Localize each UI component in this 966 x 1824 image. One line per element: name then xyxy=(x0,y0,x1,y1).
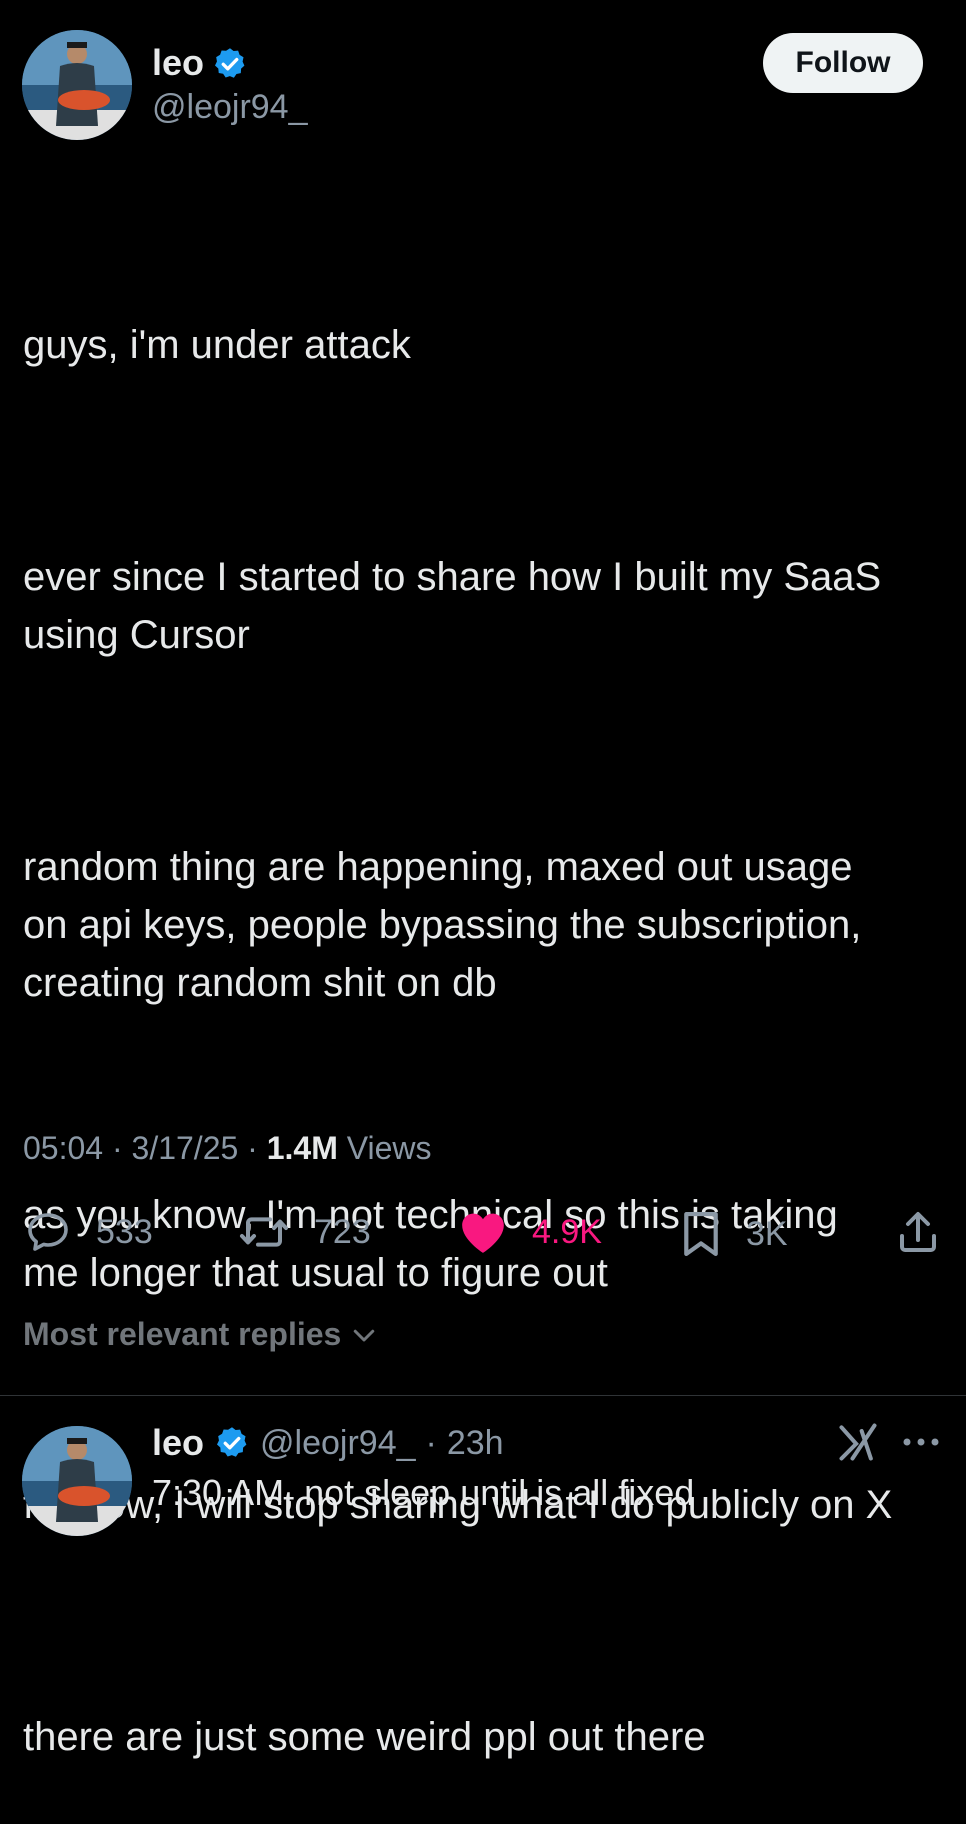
share-icon xyxy=(900,1212,936,1252)
avatar-photo-icon xyxy=(22,1426,132,1536)
repost-button[interactable]: 723 xyxy=(238,1208,371,1256)
bookmark-icon xyxy=(684,1211,718,1257)
reply-count: 533 xyxy=(96,1212,153,1251)
more-options-icon[interactable] xyxy=(900,1430,942,1454)
tweet-paragraph: ever since I started to share how I buil… xyxy=(23,555,882,657)
author-handle[interactable]: @leojr94_ xyxy=(152,88,308,127)
meta-separator: · xyxy=(425,1423,437,1462)
reply-avatar[interactable] xyxy=(22,1426,132,1536)
grok-icon[interactable] xyxy=(836,1420,880,1464)
bookmark-count: 3K xyxy=(746,1214,788,1253)
reply-age[interactable]: 23h xyxy=(447,1424,504,1463)
tweet-paragraph: guys, i'm under attack xyxy=(23,323,411,367)
heart-icon xyxy=(462,1213,504,1253)
avatar-photo-icon xyxy=(22,30,132,140)
like-count: 4.9K xyxy=(532,1212,602,1251)
reply-text: 7:30 AM, not sleep until is all fixed xyxy=(152,1472,695,1513)
divider xyxy=(0,1395,966,1396)
author-name-text[interactable]: leo xyxy=(152,42,204,83)
reply-header: leo @leojr94_ · 23h xyxy=(152,1422,504,1464)
replies-sort-dropdown[interactable]: Most relevant replies xyxy=(23,1316,379,1353)
repost-icon xyxy=(240,1217,288,1247)
reply-author-handle[interactable]: @leojr94_ xyxy=(260,1424,416,1463)
tweet-paragraph: random thing are happening, maxed out us… xyxy=(23,845,862,1005)
tweet-date[interactable]: 3/17/25 xyxy=(132,1130,239,1166)
repost-count: 723 xyxy=(314,1212,371,1251)
reply-author-name[interactable]: leo xyxy=(152,1422,204,1464)
share-button[interactable] xyxy=(894,1208,942,1256)
views-label: Views xyxy=(346,1130,432,1166)
tweet-time[interactable]: 05:04 xyxy=(23,1130,103,1166)
tweet-paragraph: there are just some weird ppl out there xyxy=(23,1715,706,1759)
verified-badge-icon xyxy=(217,1427,247,1457)
author-name[interactable]: leo xyxy=(152,42,204,84)
views-count: 1.4M xyxy=(266,1130,338,1166)
replies-sort-label: Most relevant replies xyxy=(23,1316,342,1352)
follow-button[interactable]: Follow xyxy=(763,33,923,93)
reply-button[interactable]: 533 xyxy=(24,1208,153,1256)
tweet-text: guys, i'm under attack ever since I star… xyxy=(23,200,953,1824)
author-avatar[interactable] xyxy=(22,30,132,140)
verified-badge-icon xyxy=(215,48,245,78)
like-button[interactable]: 4.9K xyxy=(458,1208,602,1256)
meta-separator: · xyxy=(247,1130,267,1166)
reply-icon xyxy=(28,1213,68,1251)
chevron-down-icon xyxy=(354,1329,375,1341)
meta-separator: · xyxy=(111,1130,132,1166)
bookmark-button[interactable]: 3K xyxy=(680,1208,788,1260)
tweet-meta: 05:04 · 3/17/25 · 1.4M Views xyxy=(23,1130,432,1167)
